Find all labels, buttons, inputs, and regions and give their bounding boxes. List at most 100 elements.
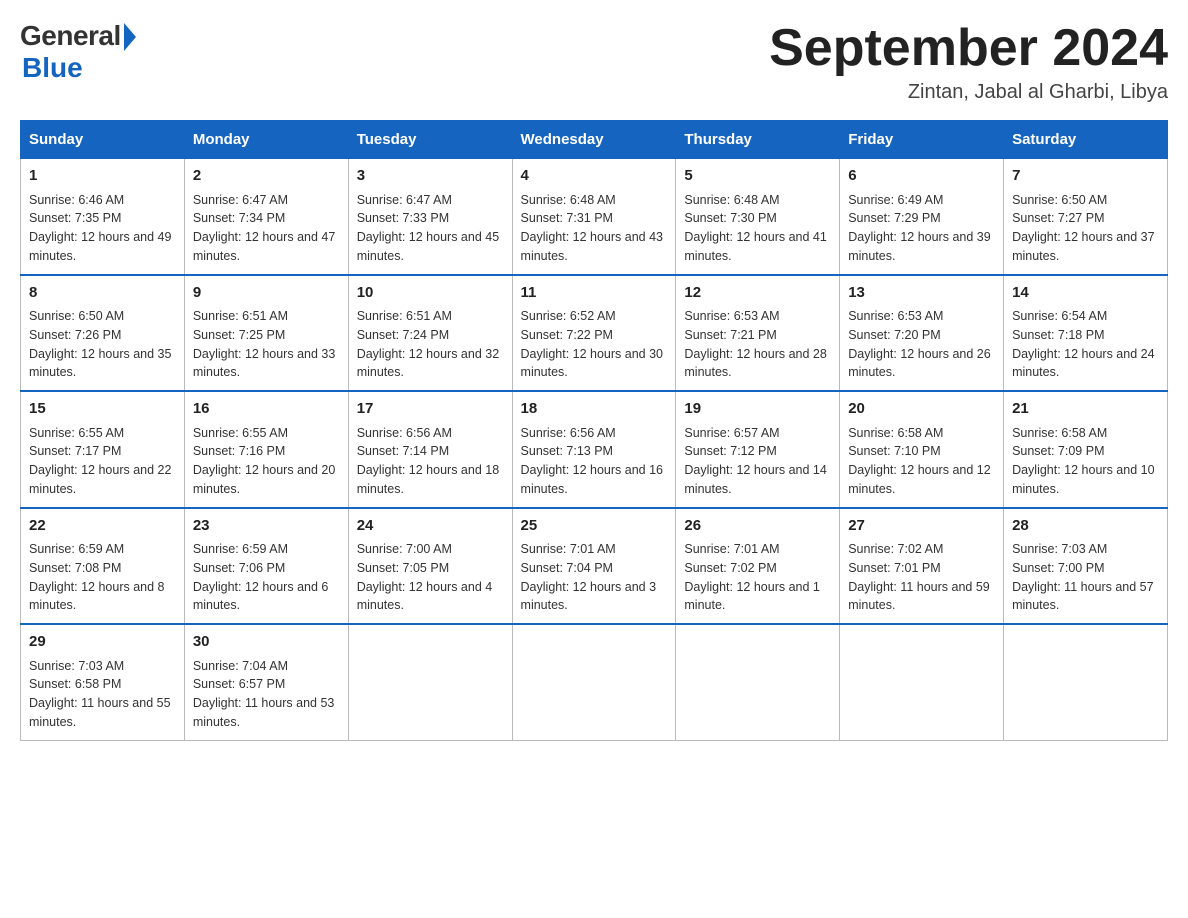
sunrise-text: Sunrise: 6:58 AM — [1012, 426, 1107, 440]
header-tuesday: Tuesday — [348, 121, 512, 159]
table-row: 11 Sunrise: 6:52 AM Sunset: 7:22 PM Dayl… — [512, 275, 676, 392]
table-row — [1004, 624, 1168, 740]
day-number: 14 — [1012, 282, 1159, 305]
day-number: 13 — [848, 282, 995, 305]
header-sunday: Sunday — [21, 121, 185, 159]
daylight-text: Daylight: 12 hours and 6 minutes. — [193, 580, 329, 613]
day-number: 28 — [1012, 515, 1159, 538]
table-row: 18 Sunrise: 6:56 AM Sunset: 7:13 PM Dayl… — [512, 391, 676, 508]
day-number: 18 — [521, 398, 668, 421]
sunrise-text: Sunrise: 6:54 AM — [1012, 309, 1107, 323]
day-number: 21 — [1012, 398, 1159, 421]
sunrise-text: Sunrise: 7:01 AM — [684, 542, 779, 556]
daylight-text: Daylight: 12 hours and 4 minutes. — [357, 580, 493, 613]
table-row — [348, 624, 512, 740]
sunset-text: Sunset: 7:33 PM — [357, 211, 449, 225]
sunset-text: Sunset: 7:05 PM — [357, 561, 449, 575]
sunset-text: Sunset: 7:30 PM — [684, 211, 776, 225]
sunset-text: Sunset: 7:31 PM — [521, 211, 613, 225]
daylight-text: Daylight: 12 hours and 43 minutes. — [521, 230, 663, 263]
day-number: 11 — [521, 282, 668, 305]
day-number: 2 — [193, 165, 340, 188]
title-section: September 2024 Zintan, Jabal al Gharbi, … — [769, 20, 1168, 104]
table-row — [512, 624, 676, 740]
sunrise-text: Sunrise: 7:02 AM — [848, 542, 943, 556]
sunset-text: Sunset: 7:01 PM — [848, 561, 940, 575]
sunset-text: Sunset: 7:09 PM — [1012, 444, 1104, 458]
table-row: 14 Sunrise: 6:54 AM Sunset: 7:18 PM Dayl… — [1004, 275, 1168, 392]
table-row: 7 Sunrise: 6:50 AM Sunset: 7:27 PM Dayli… — [1004, 159, 1168, 275]
table-row: 8 Sunrise: 6:50 AM Sunset: 7:26 PM Dayli… — [21, 275, 185, 392]
sunset-text: Sunset: 7:34 PM — [193, 211, 285, 225]
table-row: 1 Sunrise: 6:46 AM Sunset: 7:35 PM Dayli… — [21, 159, 185, 275]
sunset-text: Sunset: 7:12 PM — [684, 444, 776, 458]
table-row: 23 Sunrise: 6:59 AM Sunset: 7:06 PM Dayl… — [184, 508, 348, 625]
sunset-text: Sunset: 7:10 PM — [848, 444, 940, 458]
daylight-text: Daylight: 12 hours and 1 minute. — [684, 580, 820, 613]
table-row: 21 Sunrise: 6:58 AM Sunset: 7:09 PM Dayl… — [1004, 391, 1168, 508]
sunset-text: Sunset: 7:06 PM — [193, 561, 285, 575]
logo-general-text: General — [20, 20, 121, 52]
sunset-text: Sunset: 7:27 PM — [1012, 211, 1104, 225]
daylight-text: Daylight: 12 hours and 49 minutes. — [29, 230, 171, 263]
day-number: 22 — [29, 515, 176, 538]
sunrise-text: Sunrise: 6:50 AM — [29, 309, 124, 323]
daylight-text: Daylight: 12 hours and 10 minutes. — [1012, 463, 1154, 496]
sunset-text: Sunset: 7:04 PM — [521, 561, 613, 575]
calendar-week-row: 1 Sunrise: 6:46 AM Sunset: 7:35 PM Dayli… — [21, 159, 1168, 275]
daylight-text: Daylight: 12 hours and 8 minutes. — [29, 580, 165, 613]
logo: General Blue — [20, 20, 136, 84]
sunrise-text: Sunrise: 6:50 AM — [1012, 193, 1107, 207]
sunset-text: Sunset: 7:21 PM — [684, 328, 776, 342]
day-number: 17 — [357, 398, 504, 421]
header-friday: Friday — [840, 121, 1004, 159]
day-number: 15 — [29, 398, 176, 421]
sunrise-text: Sunrise: 6:55 AM — [29, 426, 124, 440]
page-header: General Blue September 2024 Zintan, Jaba… — [20, 20, 1168, 104]
day-number: 16 — [193, 398, 340, 421]
day-number: 30 — [193, 631, 340, 654]
daylight-text: Daylight: 12 hours and 3 minutes. — [521, 580, 657, 613]
table-row: 25 Sunrise: 7:01 AM Sunset: 7:04 PM Dayl… — [512, 508, 676, 625]
table-row: 29 Sunrise: 7:03 AM Sunset: 6:58 PM Dayl… — [21, 624, 185, 740]
calendar-week-row: 29 Sunrise: 7:03 AM Sunset: 6:58 PM Dayl… — [21, 624, 1168, 740]
table-row: 22 Sunrise: 6:59 AM Sunset: 7:08 PM Dayl… — [21, 508, 185, 625]
calendar-header-row: Sunday Monday Tuesday Wednesday Thursday… — [21, 121, 1168, 159]
sunrise-text: Sunrise: 6:55 AM — [193, 426, 288, 440]
daylight-text: Daylight: 12 hours and 35 minutes. — [29, 347, 171, 380]
location-text: Zintan, Jabal al Gharbi, Libya — [769, 81, 1168, 104]
table-row: 19 Sunrise: 6:57 AM Sunset: 7:12 PM Dayl… — [676, 391, 840, 508]
day-number: 9 — [193, 282, 340, 305]
day-number: 8 — [29, 282, 176, 305]
sunrise-text: Sunrise: 6:47 AM — [357, 193, 452, 207]
calendar-week-row: 22 Sunrise: 6:59 AM Sunset: 7:08 PM Dayl… — [21, 508, 1168, 625]
day-number: 6 — [848, 165, 995, 188]
table-row: 30 Sunrise: 7:04 AM Sunset: 6:57 PM Dayl… — [184, 624, 348, 740]
day-number: 19 — [684, 398, 831, 421]
table-row: 20 Sunrise: 6:58 AM Sunset: 7:10 PM Dayl… — [840, 391, 1004, 508]
table-row: 12 Sunrise: 6:53 AM Sunset: 7:21 PM Dayl… — [676, 275, 840, 392]
sunset-text: Sunset: 7:00 PM — [1012, 561, 1104, 575]
day-number: 29 — [29, 631, 176, 654]
sunset-text: Sunset: 6:57 PM — [193, 677, 285, 691]
table-row: 10 Sunrise: 6:51 AM Sunset: 7:24 PM Dayl… — [348, 275, 512, 392]
sunrise-text: Sunrise: 6:53 AM — [684, 309, 779, 323]
day-number: 10 — [357, 282, 504, 305]
table-row: 17 Sunrise: 6:56 AM Sunset: 7:14 PM Dayl… — [348, 391, 512, 508]
daylight-text: Daylight: 12 hours and 41 minutes. — [684, 230, 826, 263]
day-number: 27 — [848, 515, 995, 538]
table-row: 2 Sunrise: 6:47 AM Sunset: 7:34 PM Dayli… — [184, 159, 348, 275]
daylight-text: Daylight: 12 hours and 47 minutes. — [193, 230, 335, 263]
daylight-text: Daylight: 12 hours and 39 minutes. — [848, 230, 990, 263]
day-number: 7 — [1012, 165, 1159, 188]
daylight-text: Daylight: 12 hours and 30 minutes. — [521, 347, 663, 380]
sunrise-text: Sunrise: 6:56 AM — [521, 426, 616, 440]
sunset-text: Sunset: 7:26 PM — [29, 328, 121, 342]
sunset-text: Sunset: 7:22 PM — [521, 328, 613, 342]
sunrise-text: Sunrise: 7:04 AM — [193, 659, 288, 673]
daylight-text: Daylight: 11 hours and 53 minutes. — [193, 696, 335, 729]
calendar-table: Sunday Monday Tuesday Wednesday Thursday… — [20, 120, 1168, 741]
table-row: 5 Sunrise: 6:48 AM Sunset: 7:30 PM Dayli… — [676, 159, 840, 275]
table-row: 13 Sunrise: 6:53 AM Sunset: 7:20 PM Dayl… — [840, 275, 1004, 392]
daylight-text: Daylight: 12 hours and 14 minutes. — [684, 463, 826, 496]
